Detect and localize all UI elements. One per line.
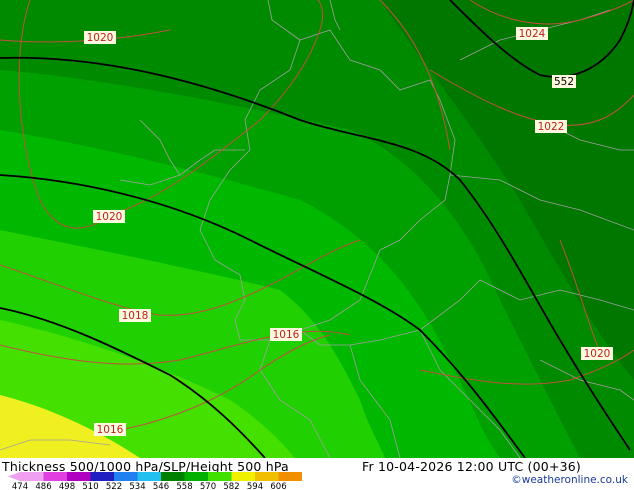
svg-text:552: 552 xyxy=(554,76,574,88)
legend-tick-label: 486 xyxy=(35,482,51,490)
contour-label-slp-1020-east: 1020 xyxy=(581,347,613,360)
legend-swatch xyxy=(67,472,91,481)
legend-tick-label: 594 xyxy=(247,482,263,490)
legend-ticks: 474 486 498 510 522 534 546 558 570 582 594 606 xyxy=(12,482,287,490)
legend-swatch xyxy=(137,472,161,481)
contour-label-slp-1016-center: 1016 xyxy=(270,328,302,341)
legend-swatch xyxy=(208,472,232,481)
color-legend: 474 486 498 510 522 534 546 558 570 582 594 606 xyxy=(8,472,302,490)
contour-label-slp-1022: 1022 xyxy=(535,120,567,133)
legend-tick-label: 606 xyxy=(270,482,286,490)
weather-chart: 1020 1024 552 1022 1020 1018 1016 1020 1… xyxy=(0,0,634,490)
legend-tick-label: 582 xyxy=(223,482,239,490)
svg-text:1018: 1018 xyxy=(122,310,149,322)
legend-tick-label: 558 xyxy=(176,482,192,490)
contour-label-slp-1020-west: 1020 xyxy=(93,210,125,223)
legend-swatch xyxy=(90,472,114,481)
svg-text:1022: 1022 xyxy=(538,121,565,133)
legend-swatch xyxy=(184,472,208,481)
contour-label-slp-1024: 1024 xyxy=(516,27,548,40)
legend-swatch xyxy=(161,472,185,481)
legend-tick-label: 570 xyxy=(200,482,216,490)
legend-swatch xyxy=(43,472,67,481)
legend-swatch xyxy=(278,472,302,481)
svg-text:1020: 1020 xyxy=(96,211,123,223)
legend-tick-label: 522 xyxy=(106,482,122,490)
map-area: 1020 1024 552 1022 1020 1018 1016 1020 1… xyxy=(0,0,634,458)
legend-tick-label: 474 xyxy=(12,482,28,490)
legend-arrow-left xyxy=(8,472,20,481)
legend-tick-label: 546 xyxy=(153,482,169,490)
svg-text:1020: 1020 xyxy=(87,32,114,44)
legend-tick-label: 534 xyxy=(129,482,145,490)
svg-text:1016: 1016 xyxy=(273,329,300,341)
legend-tick-label: 498 xyxy=(59,482,75,490)
legend-swatch xyxy=(114,472,138,481)
svg-text:1024: 1024 xyxy=(519,28,546,40)
legend-swatch xyxy=(255,472,279,481)
forecast-datetime: Fr 10-04-2026 12:00 UTC (00+36) xyxy=(362,459,581,474)
svg-text:1016: 1016 xyxy=(97,424,124,436)
credit-link[interactable]: ©weatheronline.co.uk xyxy=(511,474,628,486)
contour-label-slp-1020-north: 1020 xyxy=(84,31,116,44)
legend-swatch xyxy=(231,472,255,481)
legend-swatches xyxy=(8,472,302,481)
contour-label-slp-1016-south: 1016 xyxy=(94,423,126,436)
legend-swatch xyxy=(20,472,44,481)
contour-label-height-552: 552 xyxy=(552,75,576,88)
svg-text:1020: 1020 xyxy=(584,348,611,360)
legend-tick-label: 510 xyxy=(82,482,98,490)
contour-label-slp-1018: 1018 xyxy=(119,309,151,322)
